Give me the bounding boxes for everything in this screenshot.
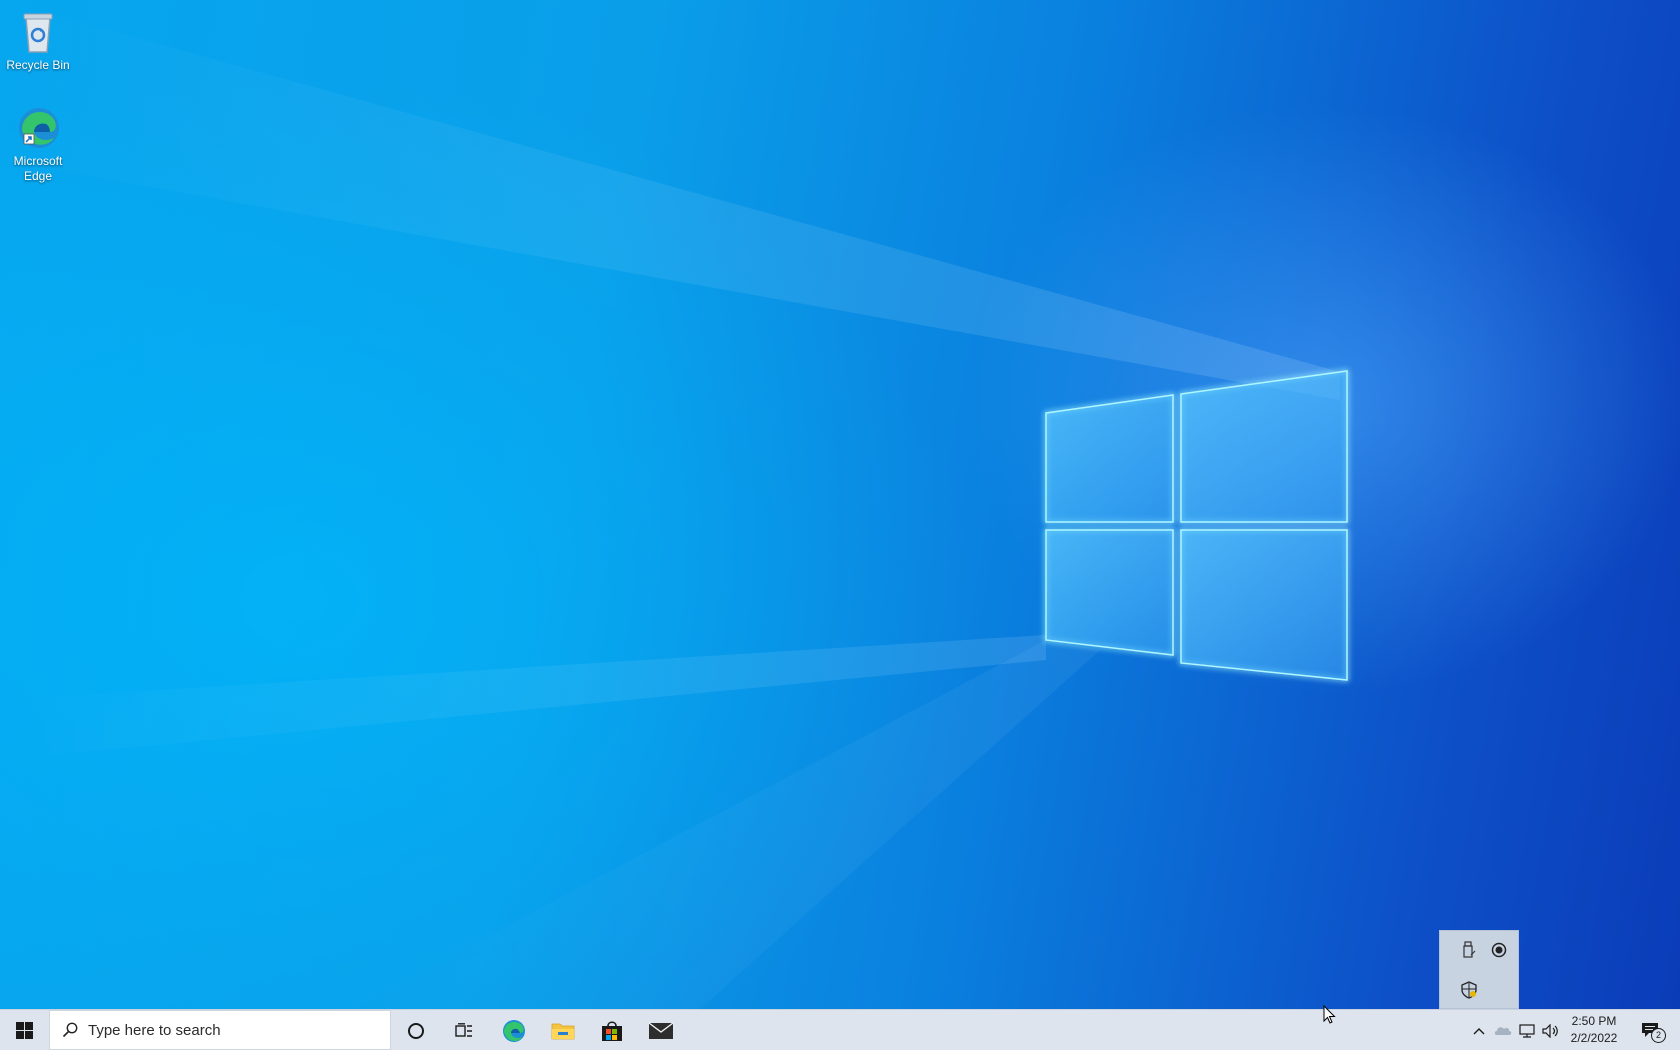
network-icon	[1519, 1023, 1535, 1038]
volume-icon	[1542, 1023, 1558, 1038]
search-input[interactable]: Type here to search	[49, 1010, 391, 1050]
security-shield-icon[interactable]	[1458, 979, 1480, 1001]
tray-overflow-flyout	[1439, 930, 1519, 1009]
desktop-icon-label: Recycle Bin	[6, 58, 70, 72]
taskbar: Type here to search 2:50 PM 2/2/2022 2	[0, 1009, 1680, 1050]
taskbar-store-button[interactable]	[588, 1010, 636, 1051]
start-button[interactable]	[0, 1010, 48, 1051]
store-bag-icon	[602, 1020, 622, 1041]
cortana-button[interactable]	[393, 1010, 439, 1051]
edge-icon	[14, 104, 62, 152]
onedrive-tray-button[interactable]	[1491, 1010, 1515, 1051]
search-icon	[62, 1022, 78, 1038]
edge-icon	[503, 1019, 525, 1042]
task-view-button[interactable]	[441, 1010, 487, 1051]
search-placeholder: Type here to search	[88, 1021, 221, 1039]
taskbar-file-explorer-button[interactable]	[539, 1010, 587, 1051]
task-view-icon	[455, 1022, 472, 1037]
action-center-button[interactable]: 2	[1630, 1010, 1674, 1051]
volume-tray-button[interactable]	[1539, 1010, 1563, 1051]
desktop-icon-microsoft-edge[interactable]: Microsoft Edge	[0, 104, 76, 184]
taskbar-edge-button[interactable]	[490, 1010, 538, 1051]
taskbar-clock[interactable]: 2:50 PM 2/2/2022	[1562, 1013, 1626, 1049]
cortana-circle-icon	[408, 1022, 424, 1039]
mail-icon	[648, 1021, 674, 1039]
usb-drive-icon[interactable]	[1458, 939, 1480, 961]
clock-date: 2/2/2022	[1570, 1031, 1618, 1045]
mouse-cursor	[1323, 1004, 1337, 1030]
clock-time: 2:50 PM	[1571, 1014, 1617, 1028]
windows-logo-icon	[15, 1022, 33, 1039]
desktop-wallpaper: Recycle Bin Microsoft Edge	[0, 0, 1680, 1009]
network-tray-button[interactable]	[1515, 1010, 1539, 1051]
desktop-icon-recycle-bin[interactable]: Recycle Bin	[0, 8, 76, 73]
recycle-bin-icon	[14, 8, 62, 56]
cloud-icon	[1494, 1026, 1512, 1035]
folder-icon	[551, 1023, 575, 1039]
notification-count-badge: 2	[1651, 1027, 1666, 1043]
taskbar-mail-button[interactable]	[637, 1010, 685, 1051]
show-hidden-icons-button[interactable]	[1467, 1010, 1491, 1051]
record-icon[interactable]	[1488, 939, 1510, 961]
windows-hero-logo	[0, 0, 1349, 1009]
desktop-icon-label: Microsoft Edge	[13, 154, 63, 183]
chevron-up-icon	[1473, 1027, 1485, 1034]
